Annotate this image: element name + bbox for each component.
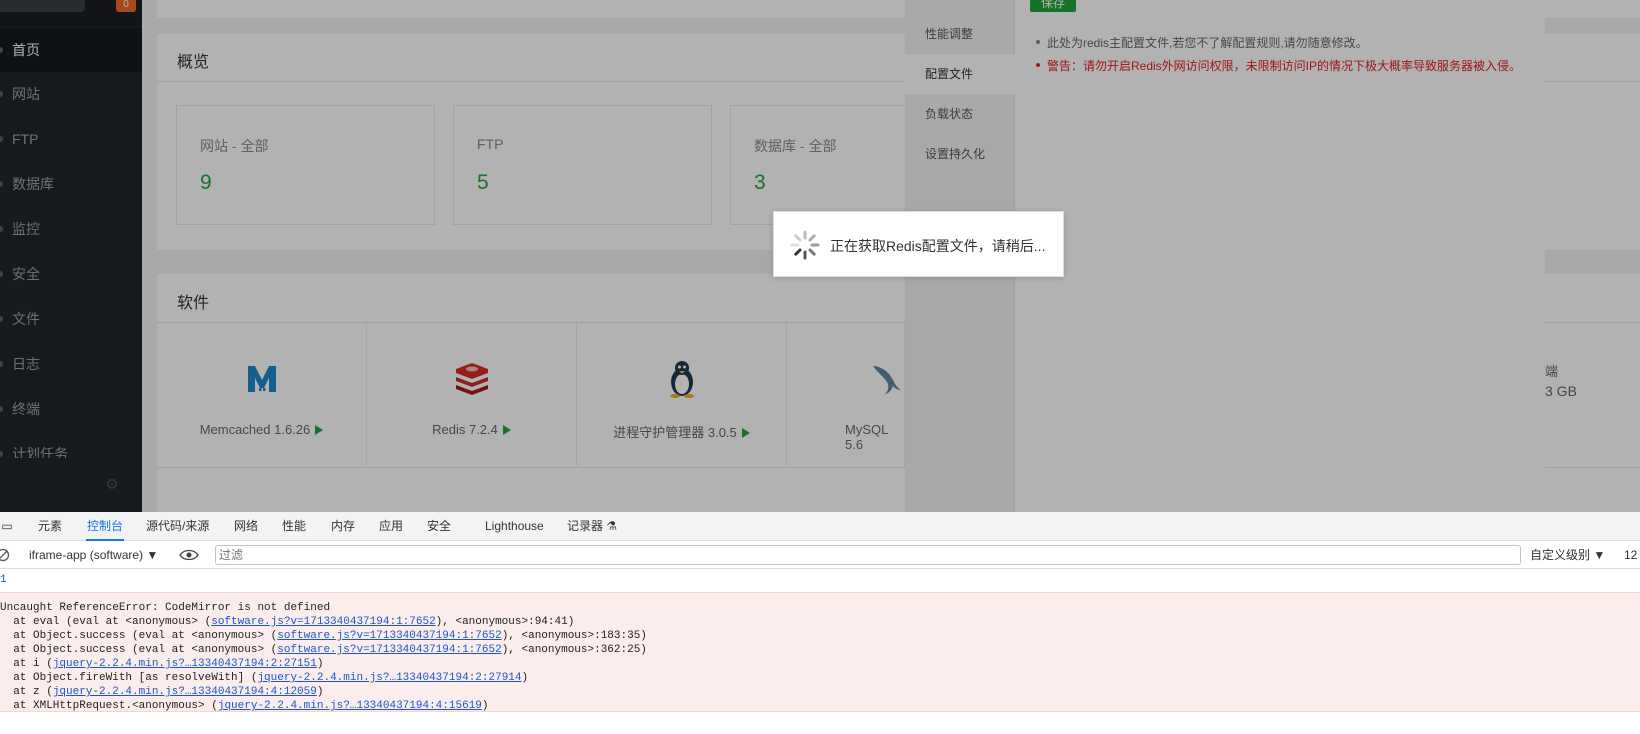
tab-network[interactable]: 网络 [234,512,258,541]
stack-line: at Object.success (eval at <anonymous> (… [0,644,647,656]
source-link[interactable]: software.js?v=1713340437194:1:7652 [277,630,501,642]
loading-dialog: 正在获取Redis配置文件，请稍后... [773,211,1064,277]
source-link[interactable]: software.js?v=1713340437194:1:7652 [277,644,501,656]
loading-spinner-icon [790,230,820,260]
app-viewport: 0 首页 网站 FTP 数据库 监控 安全 文件 日志 终端 计划任务 ⚙ 概览… [0,0,1640,512]
tab-sources[interactable]: 源代码/来源 [146,512,209,541]
stack-line: at eval (eval at <anonymous> (software.j… [0,616,575,628]
tab-memory[interactable]: 内存 [331,512,355,541]
source-link[interactable]: software.js?v=1713340437194:1:7652 [211,616,435,628]
loading-message: 正在获取Redis配置文件，请稍后... [830,238,1046,254]
stack-line: at Object.success (eval at <anonymous> (… [0,630,647,642]
source-link[interactable]: jquery-2.2.4.min.js?…13340437194:4:15619 [218,700,482,712]
tab-security[interactable]: 安全 [427,512,451,541]
filter-input[interactable] [215,545,1521,565]
context-label: iframe-app (software) [29,548,144,562]
issue-count[interactable]: 12 [1624,545,1637,565]
console-toolbar: iframe-app (software) ▼ 自定义级别 ▼ 12 [0,541,1640,569]
stack-line: at XMLHttpRequest.<anonymous> (jquery-2.… [0,700,489,712]
tab-lighthouse[interactable]: Lighthouse [485,512,544,541]
tab-application[interactable]: 应用 [379,512,403,541]
tab-label: 记录器 [567,519,604,533]
tab-performance[interactable]: 性能 [282,512,306,541]
context-selector[interactable]: iframe-app (software) ▼ [23,545,158,565]
devtools-panel: ▭ 元素 控制台 源代码/来源 网络 性能 内存 应用 安全 Lighthous… [0,512,1640,734]
console-line: 1 [0,574,7,586]
stack-line: at Object.fireWith [as resolveWith] (jqu… [0,672,529,684]
source-link[interactable]: jquery-2.2.4.min.js?…13340437194:2:27151 [53,658,317,670]
source-link[interactable]: jquery-2.2.4.min.js?…13340437194:4:12059 [53,686,317,698]
chevron-down-icon: ▼ [146,548,159,562]
tab-elements[interactable]: 元素 [38,512,62,541]
device-toggle-icon[interactable]: ▭ [0,512,14,541]
stack-line: at z (jquery-2.2.4.min.js?…13340437194:4… [0,686,324,698]
console-error-message: Uncaught ReferenceError: CodeMirror is n… [0,592,1640,712]
tab-console[interactable]: 控制台 [86,512,125,541]
clear-console-icon[interactable] [0,548,10,562]
flask-icon: ⚗ [606,519,618,533]
error-title: Uncaught ReferenceError: CodeMirror is n… [0,602,331,614]
tab-recorder[interactable]: 记录器 ⚗ [567,512,617,541]
eye-icon[interactable] [179,548,199,562]
devtools-tab-bar: ▭ 元素 控制台 源代码/来源 网络 性能 内存 应用 安全 Lighthous… [0,512,1640,541]
log-level-dropdown[interactable]: 自定义级别 ▼ [1530,545,1605,565]
source-link[interactable]: jquery-2.2.4.min.js?…13340437194:2:27914 [257,672,521,684]
stack-line: at i (jquery-2.2.4.min.js?…13340437194:2… [0,658,324,670]
